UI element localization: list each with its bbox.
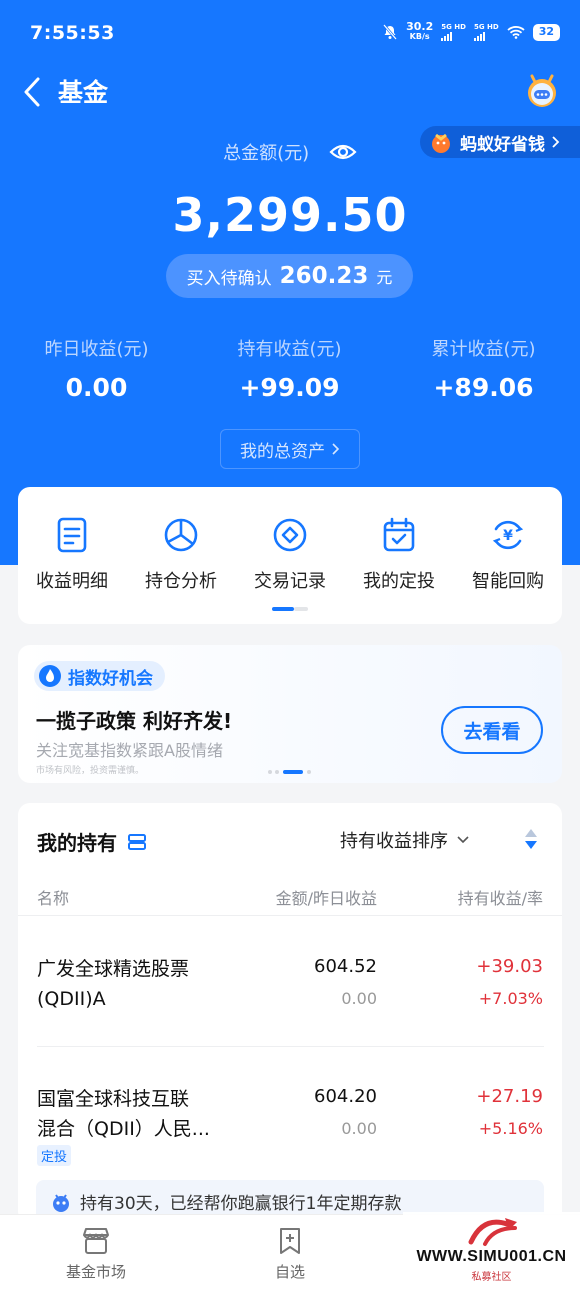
holdings-title: 我的持有 bbox=[37, 827, 147, 856]
fund-amount: 604.52 bbox=[314, 956, 377, 977]
layout-toggle-icon[interactable] bbox=[127, 833, 147, 851]
signal-bars-icon bbox=[473, 32, 499, 41]
quick-action-label: 智能回购 bbox=[472, 571, 544, 592]
banner-risk-note: 市场有风险，投资需谨慎。 bbox=[36, 766, 145, 776]
bookmark-plus-icon bbox=[280, 1228, 300, 1254]
mascot-button[interactable] bbox=[524, 72, 560, 108]
total-amount-label-row: 总金额(元) bbox=[0, 139, 580, 165]
quick-action-label: 交易记录 bbox=[254, 571, 326, 592]
quick-action-label: 持仓分析 bbox=[145, 571, 217, 592]
mute-icon bbox=[383, 24, 398, 40]
stat-label: 昨日收益(元) bbox=[44, 339, 149, 360]
table-row[interactable]: 国富全球科技互联 混合（QDII）人民... 定投 604.20 0.00 +2… bbox=[18, 1047, 562, 1177]
watermark: WWW.SIMU001.CN 私募社区 bbox=[403, 1212, 580, 1289]
sort-label: 持有收益排序 bbox=[340, 831, 448, 852]
fund-amount: 604.20 bbox=[314, 1086, 377, 1107]
watermark-text: WWW.SIMU001.CN bbox=[416, 1248, 567, 1265]
tab-label: 自选 bbox=[274, 1263, 305, 1281]
quick-action-label: 收益明细 bbox=[36, 571, 108, 592]
tab-label: 基金市场 bbox=[65, 1263, 126, 1281]
column-header-amount: 金额/昨日收益 bbox=[275, 889, 377, 908]
total-assets-button[interactable]: 我的总资产 bbox=[220, 429, 360, 469]
table-row[interactable]: 广发全球精选股票 (QDII)A 604.52 0.00 +39.03 +7.0… bbox=[18, 916, 562, 1046]
status-indicators: 30.2 KB/s 5G HD 5G HD 32 bbox=[382, 20, 560, 42]
quick-action-position-analysis[interactable]: 持仓分析 bbox=[127, 517, 235, 593]
yen-cycle-icon: ¥ bbox=[492, 520, 524, 550]
tab-watchlist[interactable]: 自选 bbox=[220, 1227, 360, 1282]
svg-text:¥: ¥ bbox=[503, 528, 513, 544]
column-header-name: 名称 bbox=[37, 889, 70, 908]
banner-subtitle: 关注宽基指数紧跟A股情绪 bbox=[36, 741, 223, 760]
pending-label: 买入待确认 bbox=[186, 268, 272, 289]
total-amount: 3,299.50 bbox=[172, 188, 408, 242]
fund-rate: +5.16% bbox=[478, 1119, 543, 1138]
calendar-check-icon bbox=[383, 517, 415, 552]
fund-name: 国富全球科技互联 混合（QDII）人民... bbox=[37, 1088, 210, 1140]
pie-chart-icon bbox=[164, 518, 198, 552]
banner-tag-label: 指数好机会 bbox=[68, 668, 153, 689]
ant-icon bbox=[53, 1193, 69, 1212]
battery-icon: 32 bbox=[532, 23, 560, 41]
banner-title: 一揽子政策 利好齐发! bbox=[36, 709, 233, 733]
banner-tag: 指数好机会 bbox=[34, 661, 165, 691]
stat-cumulative: 累计收益(元) +89.06 bbox=[387, 335, 580, 402]
wifi-icon bbox=[507, 26, 525, 39]
stat-value: +99.09 bbox=[239, 373, 340, 402]
quick-action-smart-buyback[interactable]: ¥ 智能回购 bbox=[454, 517, 562, 593]
stat-value: 0.00 bbox=[65, 373, 128, 402]
fund-yesterday: 0.00 bbox=[341, 989, 377, 1008]
watermark-logo bbox=[468, 1218, 517, 1246]
fund-yesterday: 0.00 bbox=[341, 1119, 377, 1138]
status-time: 7:55:53 bbox=[30, 22, 115, 44]
quick-action-my-auto-invest[interactable]: 我的定投 bbox=[345, 517, 453, 593]
banner-pager bbox=[268, 770, 311, 774]
diamond-circle-icon bbox=[273, 518, 307, 552]
total-amount-label: 总金额(元) bbox=[223, 143, 310, 164]
status-bar: 7:55:53 30.2 KB/s 5G HD 5G HD 32 bbox=[0, 0, 580, 68]
chevron-right-icon bbox=[332, 443, 340, 455]
holding-tip-text: 持有30天，已经帮你跑赢银行1年定期存款 bbox=[80, 1194, 402, 1214]
stat-holding: 持有收益(元) +99.09 bbox=[193, 335, 386, 402]
quick-actions-card: 收益明细 持仓分析 交易记录 我的定投 ¥ 智能回购 bbox=[18, 487, 562, 624]
fund-gain: +27.19 bbox=[476, 1086, 543, 1107]
column-header-gain: 持有收益/率 bbox=[457, 889, 543, 908]
fund-rate: +7.03% bbox=[478, 989, 543, 1008]
flame-icon bbox=[39, 665, 61, 687]
stat-label: 累计收益(元) bbox=[431, 339, 536, 360]
stat-yesterday: 昨日收益(元) 0.00 bbox=[0, 335, 193, 402]
pending-amount: 260.23 bbox=[279, 263, 369, 289]
page-indicator bbox=[272, 607, 308, 611]
net-speed: 30.2 KB/s bbox=[406, 20, 434, 41]
quick-action-label: 我的定投 bbox=[363, 571, 435, 592]
fund-name: 广发全球精选股票 (QDII)A bbox=[37, 958, 190, 1010]
pending-unit: 元 bbox=[376, 268, 393, 287]
fund-gain: +39.03 bbox=[476, 956, 543, 977]
sort-order-icon[interactable] bbox=[524, 828, 538, 850]
tab-fund-market[interactable]: 基金市场 bbox=[26, 1227, 166, 1282]
stat-value: +89.06 bbox=[433, 373, 534, 402]
stat-label: 持有收益(元) bbox=[237, 339, 342, 360]
chevron-down-icon bbox=[457, 836, 469, 844]
ant-mascot-icon bbox=[528, 74, 556, 107]
signal-bars-icon bbox=[441, 32, 466, 41]
signal-2: 5G HD bbox=[473, 23, 499, 41]
total-assets-label: 我的总资产 bbox=[240, 441, 325, 462]
promo-banner[interactable]: 指数好机会 一揽子政策 利好齐发! 关注宽基指数紧跟A股情绪 市场有风险，投资需… bbox=[18, 645, 562, 783]
auto-invest-tag: 定投 bbox=[37, 1145, 72, 1166]
pending-confirm-pill[interactable]: 买入待确认 260.23 元 bbox=[166, 254, 413, 298]
chevron-left-icon bbox=[24, 77, 40, 107]
signal-1: 5G HD bbox=[441, 23, 466, 41]
back-button[interactable] bbox=[18, 74, 48, 110]
banner-go-button[interactable]: 去看看 bbox=[441, 706, 543, 754]
quick-action-trade-records[interactable]: 交易记录 bbox=[236, 517, 344, 593]
document-icon bbox=[57, 517, 87, 553]
sort-dropdown[interactable]: 持有收益排序 bbox=[340, 827, 470, 853]
eye-icon[interactable] bbox=[329, 142, 357, 162]
watermark-subtext: 私募社区 bbox=[471, 1272, 512, 1283]
holdings-card: 我的持有 持有收益排序 名称 金额/昨日收益 持有收益/率 广发全球精选股票 (… bbox=[18, 803, 562, 1223]
page-title: 基金 bbox=[58, 78, 109, 107]
quick-action-income-detail[interactable]: 收益明细 bbox=[18, 517, 126, 593]
store-icon bbox=[83, 1228, 109, 1254]
